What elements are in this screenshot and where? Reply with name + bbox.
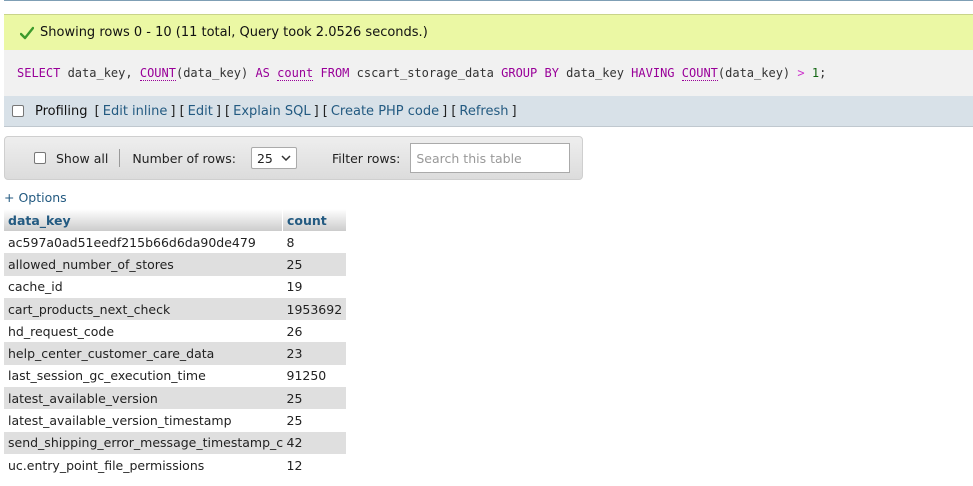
sql-token: COUNT (681, 65, 718, 81)
sql-token: GROUP BY (501, 66, 559, 80)
table-row[interactable]: help_center_customer_care_data 23 (4, 342, 347, 365)
cell-data-key: help_center_customer_care_data (4, 342, 283, 365)
column-header-data-key[interactable]: data_key (4, 209, 283, 231)
checkmark-icon (20, 26, 34, 39)
cell-count: 26 (282, 320, 347, 343)
cell-count: 25 (282, 253, 347, 276)
table-row[interactable]: last_session_gc_execution_time 91250 (4, 364, 347, 388)
cell-count: 12 (282, 453, 347, 477)
table-row[interactable]: ac597a0ad51eedf215b66d6da90de479 8 (4, 231, 347, 254)
sql-query: SELECT data_key, COUNT (data_key) AS coun… (4, 50, 973, 96)
cell-count: 91250 (282, 364, 347, 388)
explain-sql-link[interactable]: Explain SQL (233, 104, 310, 119)
divider (119, 149, 121, 167)
bracket: ] [ (170, 103, 185, 119)
sql-token: 1 (811, 66, 820, 80)
table-row[interactable]: cache_id 19 (4, 275, 347, 298)
bracket: [ (90, 103, 100, 119)
sql-token: COUNT (139, 65, 176, 81)
cell-data-key: send_shipping_error_message_timestamp_ca… (4, 431, 283, 454)
bracket: ] [ (313, 103, 328, 119)
sql-token: data_key (558, 66, 632, 80)
number-of-rows-value: 25 (256, 150, 273, 166)
table-header-row: data_key count (4, 209, 347, 231)
table-row[interactable]: send_shipping_error_message_timestamp_ca… (4, 431, 347, 454)
cell-data-key: uc.entry_point_file_permissions (4, 453, 283, 477)
sql-token: FROM (320, 66, 350, 80)
cell-count: 19 (282, 275, 347, 298)
options-link[interactable]: + Options (4, 190, 67, 205)
success-message: Showing rows 0 - 10 (11 total, Query too… (4, 14, 973, 50)
cell-data-key: latest_available_version_timestamp (4, 409, 283, 432)
filter-rows-label: Filter rows: (331, 150, 401, 166)
profiling-checkbox[interactable] (12, 105, 24, 117)
number-of-rows-select[interactable]: 25 (250, 147, 297, 169)
edit-inline-link[interactable]: Edit inline (103, 104, 168, 119)
navigation-panel: Show all Number of rows: 25 Filter rows: (4, 136, 583, 180)
table-row[interactable]: allowed_number_of_stores 25 (4, 253, 347, 276)
cell-data-key: cache_id (4, 275, 283, 298)
table-row[interactable]: hd_request_code 26 (4, 320, 347, 343)
sql-token: data_key, (60, 66, 140, 80)
edit-link[interactable]: Edit (188, 104, 213, 119)
refresh-link[interactable]: Refresh (459, 104, 508, 119)
table-row[interactable]: latest_available_version_timestamp 25 (4, 409, 347, 432)
column-header-count[interactable]: count (282, 209, 347, 231)
cell-data-key: latest_available_version (4, 387, 283, 410)
cell-data-key: hd_request_code (4, 320, 283, 343)
sql-token: count (277, 65, 314, 81)
cell-data-key: cart_products_next_check (4, 297, 283, 321)
filter-rows-input[interactable] (410, 143, 571, 173)
show-all-checkbox[interactable] (34, 152, 46, 164)
cell-data-key: ac597a0ad51eedf215b66d6da90de479 (4, 231, 283, 254)
sql-token: cscart_storage_data (349, 66, 502, 80)
table-row[interactable]: cart_products_next_check 1953692 (4, 297, 347, 321)
cell-count: 23 (282, 342, 347, 365)
cell-count: 25 (282, 409, 347, 432)
table-row[interactable]: latest_available_version 25 (4, 387, 347, 410)
sql-token: > (797, 66, 805, 80)
sql-token: ; (819, 66, 827, 80)
sql-token: AS (255, 66, 270, 80)
cell-data-key: last_session_gc_execution_time (4, 364, 283, 388)
cell-count: 8 (282, 231, 347, 254)
results-table: data_key count ac597a0ad51eedf215b66d6da… (4, 209, 347, 477)
sql-token: HAVING (631, 66, 675, 80)
table-row[interactable]: uc.entry_point_file_permissions 12 (4, 453, 347, 477)
sql-token: (data_key) (717, 66, 798, 80)
cell-count: 1953692 (282, 297, 347, 321)
top-border (4, 0, 973, 1)
bracket: ] [ (215, 103, 231, 119)
show-all-label[interactable]: Show all (56, 151, 108, 166)
cell-data-key: allowed_number_of_stores (4, 253, 283, 276)
number-of-rows-label: Number of rows: (132, 150, 236, 166)
cell-count: 25 (282, 387, 347, 410)
profiling-label: Profiling (35, 103, 88, 119)
success-message-text: Showing rows 0 - 10 (11 total, Query too… (40, 25, 428, 40)
cell-count: 42 (282, 431, 347, 454)
bracket: ] [ (442, 103, 457, 119)
query-toolbar: Profiling [ Edit inline ] [ Edit ] [ Exp… (4, 96, 973, 127)
bracket: ] (511, 103, 517, 119)
sql-token: (data_key) (175, 66, 256, 80)
create-php-code-link[interactable]: Create PHP code (331, 104, 439, 119)
sql-token: SELECT (17, 66, 61, 80)
chevron-down-icon (281, 155, 291, 161)
